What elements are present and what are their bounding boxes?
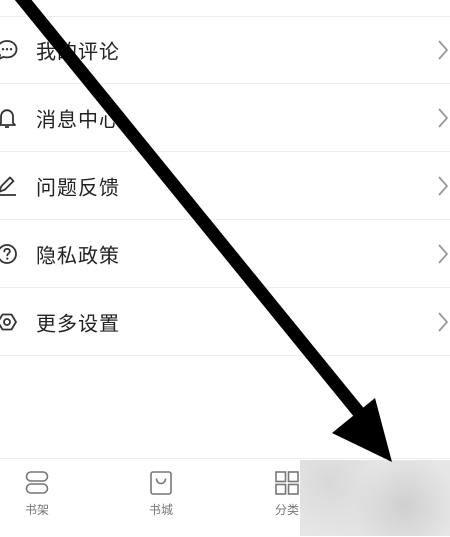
top-divider <box>0 0 450 17</box>
bell-icon <box>0 108 16 128</box>
chevron-right-icon <box>438 243 449 264</box>
menu-item-message-center[interactable]: 消息中心 <box>0 84 450 152</box>
chevron-right-icon <box>438 39 449 60</box>
chevron-right-icon <box>438 175 449 196</box>
menu-item-label: 问题反馈 <box>36 175 120 199</box>
menu-item-my-comments[interactable]: 我的评论 <box>0 16 450 84</box>
menu-item-feedback[interactable]: 问题反馈 <box>0 152 450 220</box>
menu-item-label: 消息中心 <box>36 107 120 131</box>
tab-label: 书架 <box>24 503 49 517</box>
settings-menu: 我的评论 消息中心 问题反馈 隐私政策 更多设置 <box>0 16 450 356</box>
pen-icon <box>0 176 16 196</box>
menu-item-label: 隐私政策 <box>36 243 120 267</box>
chevron-right-icon <box>438 311 449 332</box>
tab-label: 书城 <box>148 503 173 517</box>
bookshelf-icon <box>25 471 49 494</box>
blurred-tab-area <box>300 460 450 536</box>
question-icon <box>0 243 17 264</box>
menu-item-more-settings[interactable]: 更多设置 <box>0 288 450 356</box>
tab-bookstore[interactable]: 书城 <box>126 459 196 537</box>
chevron-right-icon <box>438 107 449 128</box>
menu-item-label: 我的评论 <box>36 39 120 63</box>
comment-icon <box>0 39 18 60</box>
tab-bookshelf[interactable]: 书架 <box>2 459 72 537</box>
settings-icon <box>0 313 17 330</box>
menu-item-privacy-policy[interactable]: 隐私政策 <box>0 220 450 288</box>
bag-icon <box>150 471 172 495</box>
menu-item-label: 更多设置 <box>36 311 120 335</box>
grid-icon <box>275 471 299 495</box>
